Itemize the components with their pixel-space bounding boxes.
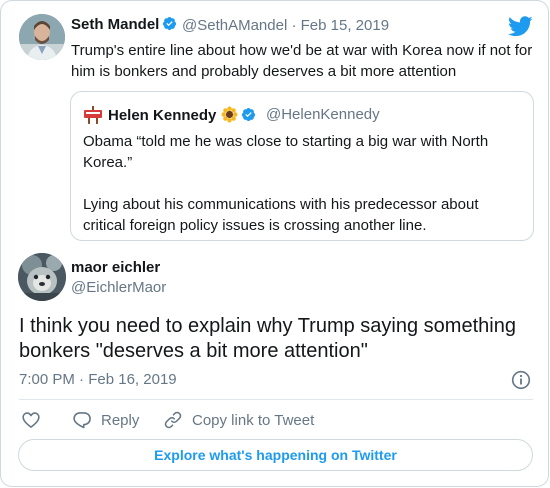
parent-handle[interactable]: @SethAMandel (182, 17, 287, 34)
quoted-tweet[interactable]: Helen Kennedy @HelenKennedy Obama “told … (70, 91, 534, 241)
maor-eichler-avatar[interactable] (18, 253, 66, 301)
helen-kennedy-avatar (83, 105, 103, 125)
main-tweet-text: I think you need to explain why Trump sa… (19, 315, 516, 362)
explore-twitter-button[interactable]: Explore what's happening on Twitter (18, 439, 533, 471)
meta-separator: · (291, 17, 297, 34)
divider (19, 399, 533, 400)
copy-link-label: Copy link to Tweet (192, 411, 315, 429)
reply-bubble-icon (73, 412, 91, 429)
quoted-author-handle: @HelenKennedy (266, 106, 380, 123)
parent-author-name[interactable]: Seth Mandel (71, 16, 177, 33)
sunflower-icon (221, 106, 238, 123)
heart-icon (22, 412, 40, 428)
main-author-handle[interactable]: @EichlerMaor (71, 279, 166, 296)
quoted-tweet-text: Obama “told me he was close to starting … (83, 131, 523, 236)
reply-button[interactable]: Reply (72, 409, 139, 431)
parent-date[interactable]: Feb 15, 2019 (301, 17, 389, 34)
verified-badge-icon (242, 107, 256, 122)
meta-separator: · (79, 371, 85, 388)
seth-mandel-avatar[interactable] (19, 14, 65, 60)
verified-badge-icon (163, 16, 177, 31)
info-icon[interactable] (511, 370, 531, 390)
copy-link-button[interactable]: Copy link to Tweet (163, 409, 314, 431)
like-button[interactable] (21, 409, 41, 431)
tweet-date: Feb 16, 2019 (88, 371, 177, 388)
quoted-paragraph: Obama “told me he was close to starting … (83, 133, 489, 171)
main-tweet-timestamp[interactable]: 7:00 PM · Feb 16, 2019 (19, 371, 177, 388)
parent-tweet-text: Trump's entire line about how we'd be at… (71, 42, 533, 80)
twitter-bird-icon[interactable] (508, 16, 533, 37)
parent-meta: @SethAMandel · Feb 15, 2019 (182, 17, 389, 34)
link-icon (164, 411, 182, 429)
quoted-author-name: Helen Kennedy (108, 106, 256, 124)
tweet-embed-card: Seth Mandel @SethAMandel · Feb 15, 2019 … (0, 0, 549, 487)
reply-label: Reply (101, 411, 140, 429)
main-author-name[interactable]: maor eichler (71, 259, 160, 276)
quoted-paragraph: Lying about his communications with his … (83, 196, 479, 234)
tweet-time: 7:00 PM (19, 371, 75, 388)
